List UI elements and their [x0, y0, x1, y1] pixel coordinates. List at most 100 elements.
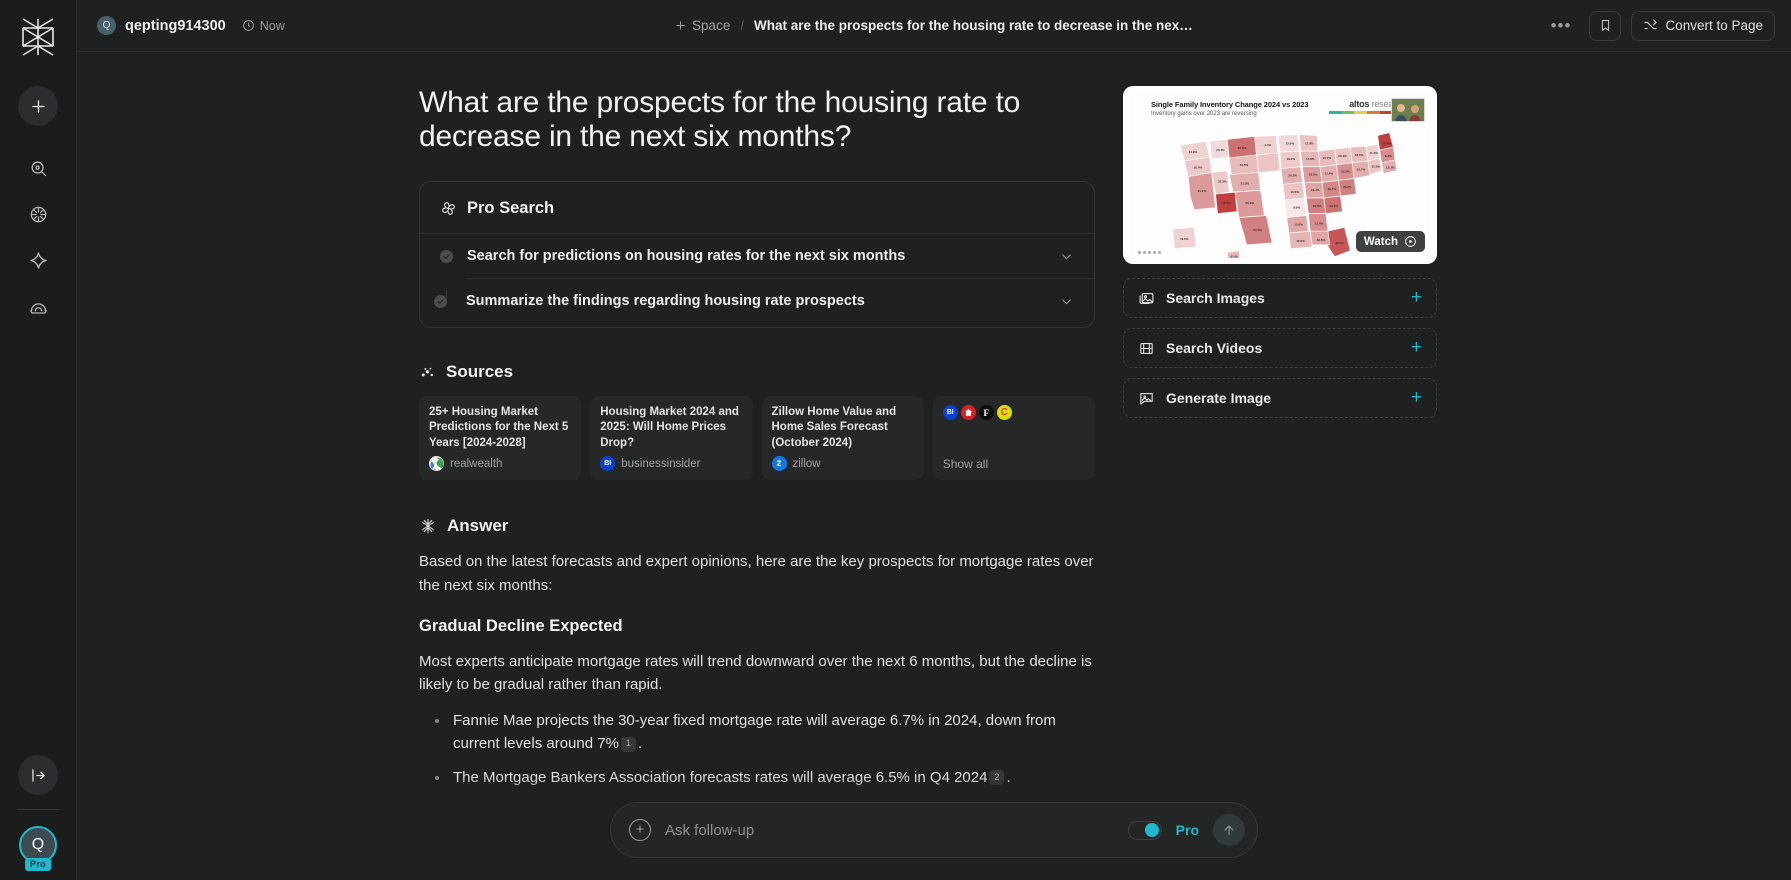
pro-search-step-label: Summarize the findings regarding housing…: [466, 293, 865, 310]
sidebar-item-home[interactable]: [18, 148, 58, 188]
answer-column: What are the prospects for the housing r…: [419, 86, 1095, 880]
perplexity-logo-icon[interactable]: [15, 14, 61, 60]
pro-search-swirl-icon: [442, 202, 455, 216]
source-card[interactable]: Zillow Home Value and Home Sales Forecas…: [761, 396, 924, 481]
citation-chip[interactable]: 2: [989, 770, 1005, 786]
svg-text:13.5%: 13.5%: [1240, 163, 1249, 167]
more-options-icon[interactable]: •••: [1543, 16, 1580, 36]
pro-search-step-rail: [446, 290, 447, 298]
favicon-realtor: [960, 405, 976, 421]
svg-text:27.4%: 27.4%: [1382, 141, 1391, 145]
pro-badge: Pro: [25, 858, 51, 871]
watch-label: Watch: [1363, 235, 1398, 248]
svg-text:16.5%: 16.5%: [1355, 153, 1364, 157]
add-icon[interactable]: +: [1411, 338, 1422, 357]
sidebar-item-discover[interactable]: [18, 194, 58, 234]
plus-circle-icon[interactable]: +: [629, 819, 651, 841]
timestamp-chip: Now: [242, 19, 285, 33]
video-thumbnail-card[interactable]: Single Family Inventory Change 2024 vs 2…: [1123, 86, 1437, 264]
left-rail: Q Pro: [0, 0, 76, 880]
svg-text:15.7%: 15.7%: [1323, 156, 1332, 160]
breadcrumb-space-button[interactable]: Space: [674, 18, 730, 33]
add-icon[interactable]: +: [1411, 288, 1422, 307]
svg-text:22.3%: 22.3%: [1218, 179, 1227, 183]
svg-text:9.1%: 9.1%: [1231, 255, 1238, 258]
user-avatar[interactable]: Q Pro: [19, 826, 57, 871]
media-column: Single Family Inventory Change 2024 vs 2…: [1123, 86, 1437, 880]
source-footer: z zillow: [771, 456, 914, 472]
svg-text:32.0%: 32.0%: [1335, 241, 1344, 245]
show-all-sources-card[interactable]: BI F C Show all: [932, 396, 1095, 481]
toggle-knob: [1144, 823, 1159, 837]
followup-composer: + Pro: [610, 802, 1258, 858]
svg-text:22.5%: 22.5%: [1238, 146, 1247, 150]
answer-header: Answer: [419, 516, 1095, 536]
pro-search-step-0[interactable]: Search for predictions on housing rates …: [420, 234, 1094, 278]
svg-text:24.5%: 24.5%: [1253, 228, 1262, 232]
answer-paragraph: Most experts anticipate mortgage rates w…: [419, 652, 1092, 694]
answer-bullet: The Mortgage Bankers Association forecas…: [419, 766, 1095, 789]
search-input[interactable]: [665, 821, 1114, 839]
answer-bullet-list: Fannie Mae projects the 30-year fixed mo…: [419, 709, 1095, 789]
new-thread-button[interactable]: [18, 86, 58, 126]
svg-text:10.4%: 10.4%: [1194, 166, 1203, 170]
svg-text:20.4%: 20.4%: [1329, 204, 1338, 208]
breadcrumb-title[interactable]: What are the prospects for the housing r…: [754, 18, 1194, 33]
expand-sidebar-icon[interactable]: [18, 755, 58, 795]
send-button[interactable]: [1213, 814, 1245, 846]
breadcrumb-separator: /: [740, 18, 744, 33]
svg-text:20.4%: 20.4%: [1338, 154, 1347, 158]
source-domain: businessinsider: [621, 457, 701, 470]
chevron-down-icon[interactable]: [1059, 294, 1074, 309]
pro-search-step-1[interactable]: Summarize the findings regarding housing…: [434, 278, 1094, 323]
citation-chip[interactable]: 1: [620, 737, 636, 753]
answer-subheading: Gradual Decline Expected: [419, 616, 623, 635]
search-images-button[interactable]: Search Images +: [1123, 278, 1437, 318]
svg-text:24.4%: 24.4%: [1216, 148, 1225, 152]
convert-to-page-button[interactable]: Convert to Page: [1631, 10, 1775, 41]
source-card[interactable]: 25+ Housing Market Predictions for the N…: [419, 396, 582, 481]
answer-asterisk-icon: [421, 518, 435, 534]
svg-text:19.7%: 19.7%: [1327, 187, 1336, 191]
content-scroll-area[interactable]: What are the prospects for the housing r…: [77, 52, 1791, 880]
sidebar-item-library[interactable]: [18, 286, 58, 326]
svg-text:11.9%: 11.9%: [1189, 150, 1198, 154]
source-card[interactable]: Housing Market 2024 and 2025: Will Home …: [590, 396, 753, 481]
svg-text:24.2%: 24.2%: [1343, 185, 1352, 189]
favicon-zillow: z: [771, 456, 787, 472]
house-icon: [964, 409, 972, 416]
bookmark-icon[interactable]: [1589, 10, 1622, 41]
source-footer: BI businessinsider: [600, 456, 742, 472]
sources-dots-icon: [421, 367, 433, 377]
svg-text:19.2%: 19.2%: [1286, 157, 1295, 161]
svg-text:15.7%: 15.7%: [1357, 168, 1366, 172]
pro-toggle[interactable]: [1127, 820, 1162, 840]
sidebar-item-spaces[interactable]: [18, 240, 58, 280]
image-search-icon: [1138, 290, 1155, 307]
svg-text:17.8%: 17.8%: [1306, 157, 1315, 161]
svg-text:21.3%: 21.3%: [1241, 181, 1250, 185]
video-chart-title: Single Family Inventory Change 2024 vs 2…: [1151, 100, 1309, 109]
svg-text:6.4%: 6.4%: [1385, 154, 1392, 158]
watch-button[interactable]: Watch: [1355, 231, 1425, 252]
svg-text:18.6%: 18.6%: [1317, 238, 1326, 242]
svg-text:22.2%: 22.2%: [1341, 170, 1350, 174]
svg-text:11.5%: 11.5%: [1180, 237, 1189, 241]
generate-image-button[interactable]: Generate Image +: [1123, 378, 1437, 418]
rail-divider: [17, 809, 59, 810]
chevron-down-icon[interactable]: [1059, 249, 1074, 264]
show-all-favicons: BI F C: [942, 405, 1085, 421]
favicon-forbes: F: [978, 405, 994, 421]
bullet-text: Fannie Mae projects the 30-year fixed mo…: [453, 711, 1056, 753]
svg-text:12.0%: 12.0%: [1296, 239, 1305, 243]
add-icon[interactable]: +: [1411, 388, 1422, 407]
app-root: Q Pro Q qepting914300 Now Space / What a…: [0, 0, 1791, 880]
source-title: Housing Market 2024 and 2025: Will Home …: [600, 406, 739, 449]
source-domain: realwealth: [450, 457, 503, 470]
pro-search-title: Pro Search: [467, 199, 555, 218]
thread-chip[interactable]: Q qepting914300: [97, 16, 226, 35]
search-videos-button[interactable]: Search Videos +: [1123, 328, 1437, 368]
topbar-actions: ••• Convert to Page: [1543, 10, 1775, 41]
svg-text:11.3%: 11.3%: [1370, 151, 1379, 155]
favicon-cnet: C: [996, 405, 1012, 421]
